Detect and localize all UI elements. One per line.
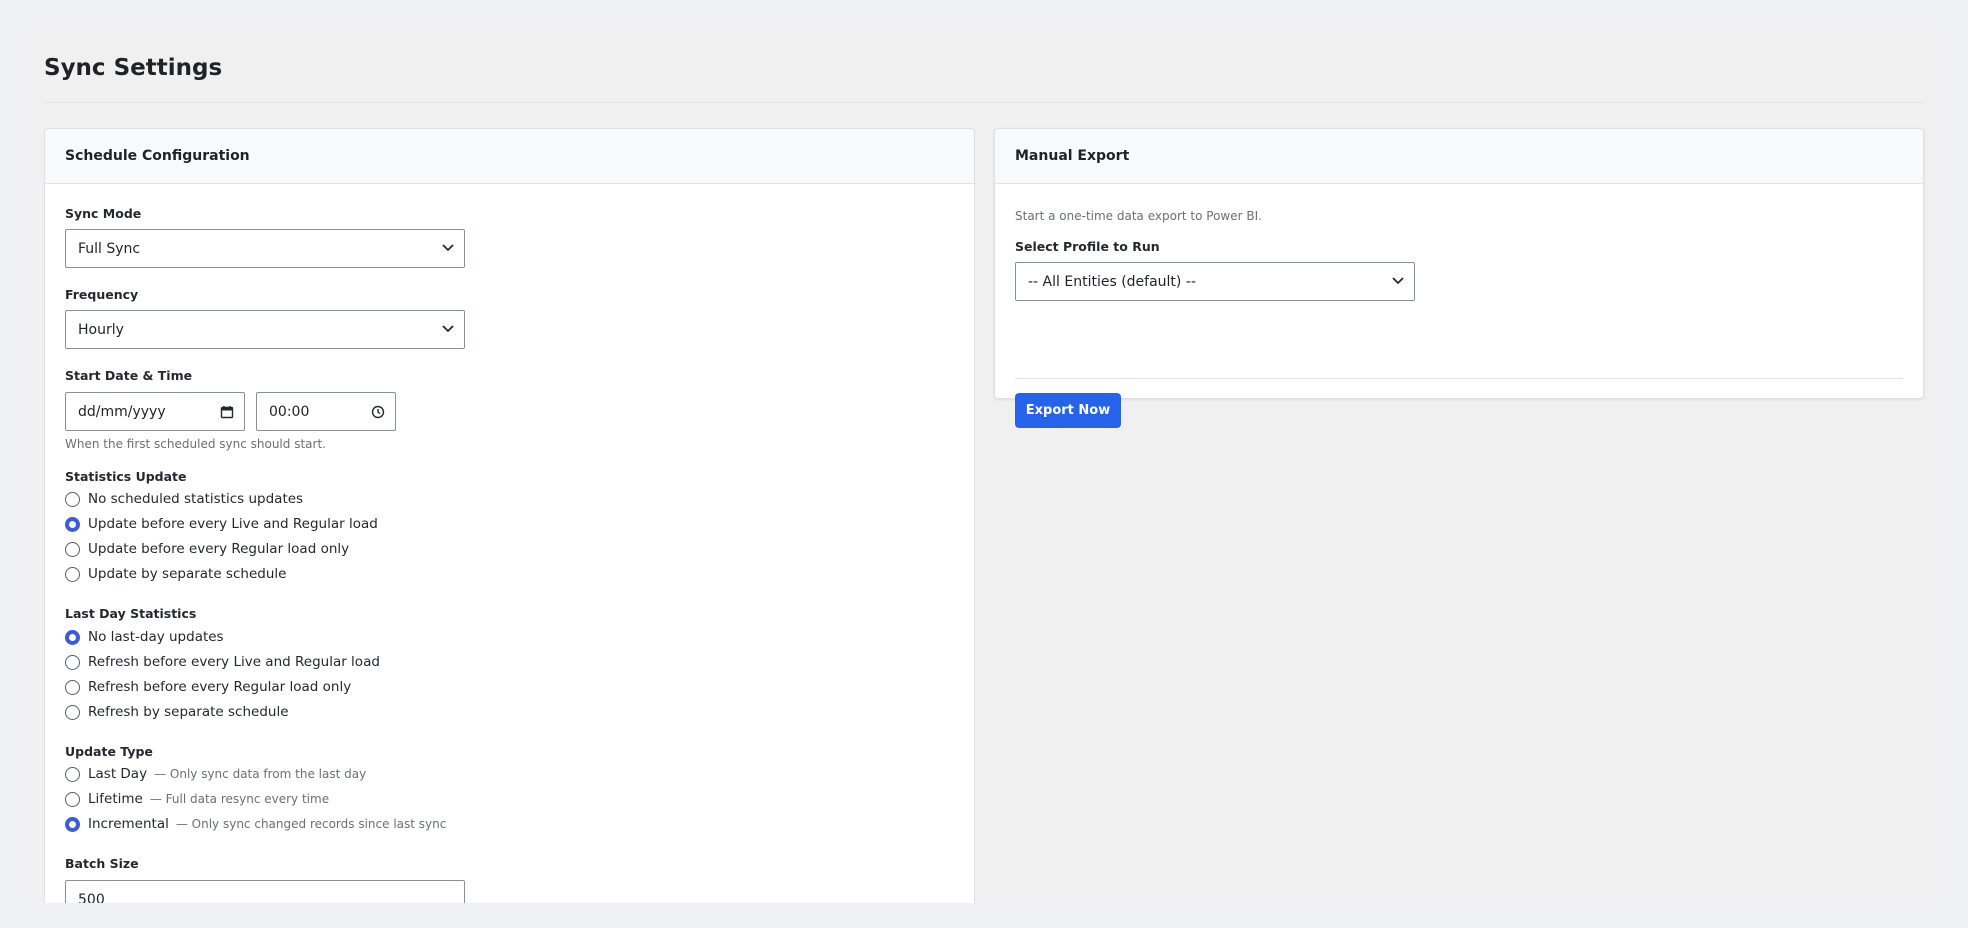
statistics-option-separate[interactable]: Update by separate schedule xyxy=(65,564,286,584)
export-now-button[interactable]: Export Now xyxy=(1015,393,1121,428)
schedule-card-header: Schedule Configuration xyxy=(45,129,974,184)
start-hint: When the first scheduled sync should sta… xyxy=(65,437,326,451)
sync-mode-value: Full Sync xyxy=(78,240,141,257)
option-description: — Only sync data from the last day xyxy=(154,767,367,781)
last-day-option-regular[interactable]: Refresh before every Regular load only xyxy=(65,677,351,697)
radio-label: No scheduled statistics updates xyxy=(88,491,304,507)
update-type-incremental[interactable]: Incremental — Only sync changed records … xyxy=(65,814,446,834)
manual-export-card: Manual Export Start a one-time data expo… xyxy=(994,128,1924,428)
profile-select-value: -- All Entities (default) -- xyxy=(1028,273,1196,290)
frequency-label: Frequency xyxy=(65,287,139,302)
radio-button[interactable] xyxy=(65,541,80,557)
radio-button[interactable] xyxy=(65,491,80,507)
option-description: — Full data resync every time xyxy=(149,792,330,806)
start-time-value: 00:00 xyxy=(269,403,310,420)
title-divider xyxy=(44,102,1924,103)
update-type-last-day[interactable]: Last Day — Only sync data from the last … xyxy=(65,764,366,784)
settings-page: Sync Settings Schedule Configuration Syn… xyxy=(23,25,1945,903)
radio-label: Update by separate schedule xyxy=(88,566,287,582)
radio-button[interactable] xyxy=(65,791,80,807)
radio-button[interactable] xyxy=(65,516,80,532)
last-day-option-none[interactable]: No last-day updates xyxy=(65,627,224,647)
radio-label: No last-day updates xyxy=(88,629,224,645)
start-date-input[interactable]: dd/mm/yyyy xyxy=(65,392,245,431)
option-description: — Only sync changed records since last s… xyxy=(175,817,447,831)
last-day-option-separate[interactable]: Refresh by separate schedule xyxy=(65,702,289,722)
radio-button[interactable] xyxy=(65,566,80,582)
sync-mode-select[interactable]: Full Sync xyxy=(65,229,465,268)
radio-label: Update before every Live and Regular loa… xyxy=(88,516,378,532)
chevron-down-icon xyxy=(1392,277,1404,285)
radio-label: Refresh before every Regular load only xyxy=(88,679,352,695)
chevron-down-icon xyxy=(442,325,454,333)
batch-size-input[interactable]: 500 xyxy=(65,880,465,903)
start-time-input[interactable]: 00:00 xyxy=(256,392,396,431)
radio-button[interactable] xyxy=(65,766,80,782)
statistics-update-label: Statistics Update xyxy=(65,469,187,484)
batch-size-label: Batch Size xyxy=(65,856,139,871)
last-day-statistics-label: Last Day Statistics xyxy=(65,606,197,621)
frequency-value: Hourly xyxy=(78,321,124,338)
radio-label: Incremental xyxy=(88,816,169,832)
statistics-option-regular[interactable]: Update before every Regular load only xyxy=(65,539,349,559)
calendar-icon[interactable] xyxy=(220,405,234,419)
statistics-option-none[interactable]: No scheduled statistics updates xyxy=(65,489,303,509)
radio-label: Refresh by separate schedule xyxy=(88,704,289,720)
radio-label: Last Day xyxy=(88,766,148,782)
radio-button[interactable] xyxy=(65,816,80,832)
export-intro: Start a one-time data export to Power BI… xyxy=(1015,209,1262,223)
export-card-header: Manual Export xyxy=(995,129,1923,184)
start-date-placeholder: dd/mm/yyyy xyxy=(78,403,166,420)
radio-label: Lifetime xyxy=(88,791,143,807)
frequency-select[interactable]: Hourly xyxy=(65,310,465,349)
profile-select-label: Select Profile to Run xyxy=(1015,239,1160,254)
sync-mode-label: Sync Mode xyxy=(65,206,142,221)
radio-button[interactable] xyxy=(65,629,80,645)
radio-button[interactable] xyxy=(65,654,80,670)
chevron-down-icon xyxy=(442,244,454,252)
radio-button[interactable] xyxy=(65,704,80,720)
update-type-label: Update Type xyxy=(65,744,153,759)
start-datetime-label: Start Date & Time xyxy=(65,368,193,383)
export-divider xyxy=(1015,378,1903,379)
radio-label: Update before every Regular load only xyxy=(88,541,350,557)
radio-label: Refresh before every Live and Regular lo… xyxy=(88,654,380,670)
statistics-option-live-regular[interactable]: Update before every Live and Regular loa… xyxy=(65,514,378,534)
radio-button[interactable] xyxy=(65,679,80,695)
update-type-lifetime[interactable]: Lifetime — Full data resync every time xyxy=(65,789,329,809)
last-day-option-live-regular[interactable]: Refresh before every Live and Regular lo… xyxy=(65,652,380,672)
clock-icon[interactable] xyxy=(371,405,385,419)
profile-select[interactable]: -- All Entities (default) -- xyxy=(1015,262,1415,301)
page-title: Sync Settings xyxy=(44,55,223,81)
batch-size-value: 500 xyxy=(78,892,105,903)
schedule-config-card: Schedule Configuration Sync Mode Full Sy… xyxy=(44,128,975,903)
